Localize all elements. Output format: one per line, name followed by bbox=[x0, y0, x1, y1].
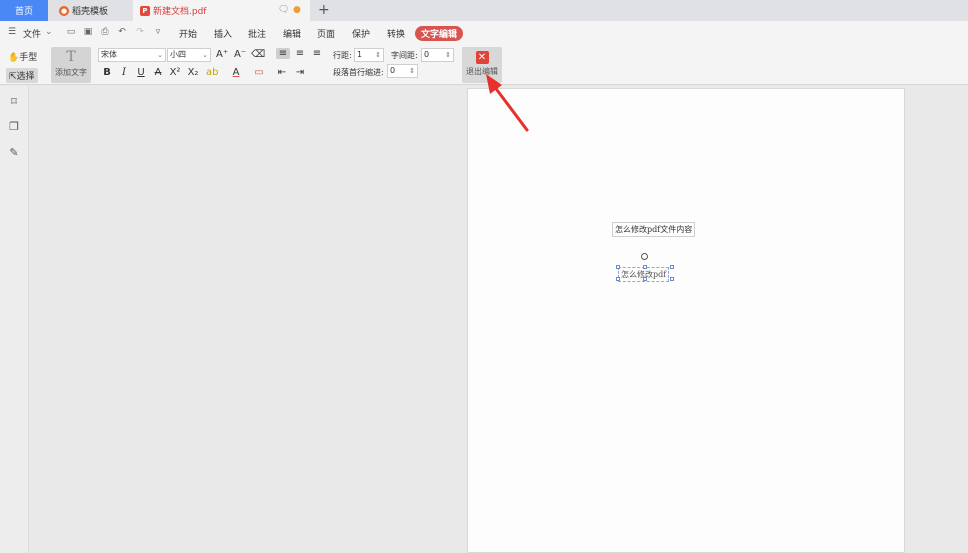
annotation-arrow bbox=[486, 74, 529, 132]
